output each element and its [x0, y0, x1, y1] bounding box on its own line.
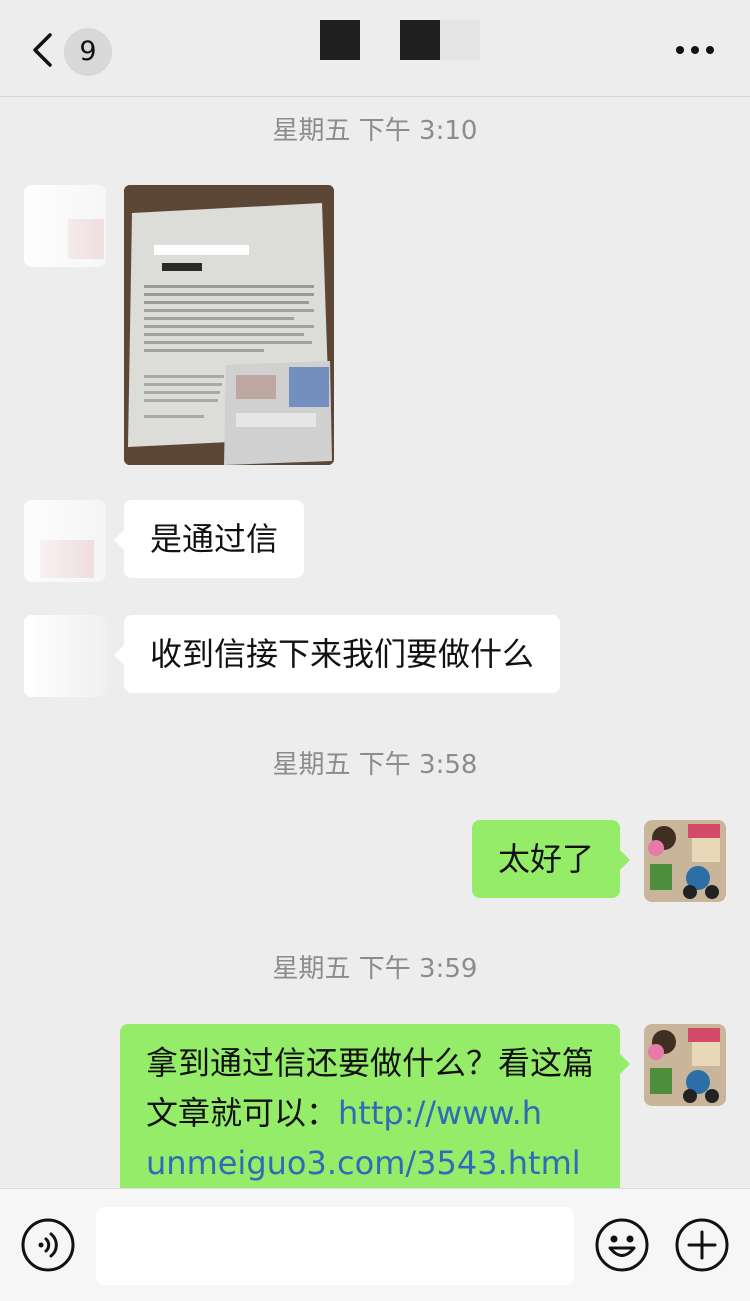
contact-avatar[interactable]: [24, 500, 106, 582]
message-bubble-outgoing[interactable]: 拿到通过信还要做什么？看这篇文章就可以：http://www.h unmeiguo…: [120, 1024, 630, 1202]
message-bubble-incoming[interactable]: 是通过信: [114, 500, 305, 578]
timestamp: 星期五 下午 3:58: [272, 750, 478, 780]
contact-avatar[interactable]: [24, 185, 106, 267]
message-text: 是通过信: [150, 520, 279, 558]
unread-count-badge: 9: [64, 28, 112, 76]
document-photo-image: [124, 185, 334, 465]
message-bubble-outgoing[interactable]: 太好了: [471, 820, 630, 898]
my-avatar[interactable]: [644, 820, 726, 902]
message-input[interactable]: [96, 1207, 574, 1285]
contact-avatar[interactable]: [24, 615, 106, 697]
chat-title[interactable]: [316, 18, 486, 64]
emoji-icon[interactable]: [594, 1217, 650, 1273]
my-avatar-image: [644, 1024, 726, 1106]
message-text: 太好了: [497, 840, 594, 878]
message-text: 收到信接下来我们要做什么: [150, 635, 535, 673]
document-photo[interactable]: [124, 185, 334, 465]
chat-header: 9: [0, 0, 750, 97]
plus-icon[interactable]: [674, 1217, 730, 1273]
timestamp: 星期五 下午 3:59: [272, 954, 478, 984]
my-avatar[interactable]: [644, 1024, 726, 1106]
my-avatar-image: [644, 820, 726, 902]
chevron-left-icon: [33, 33, 52, 67]
more-options-button[interactable]: [672, 30, 718, 70]
back-button[interactable]: 9: [28, 26, 118, 76]
message-bubble-incoming[interactable]: 收到信接下来我们要做什么: [114, 615, 561, 693]
timestamp: 星期五 下午 3:10: [272, 116, 478, 146]
voice-icon[interactable]: [20, 1217, 76, 1273]
input-bar: [0, 1188, 750, 1301]
